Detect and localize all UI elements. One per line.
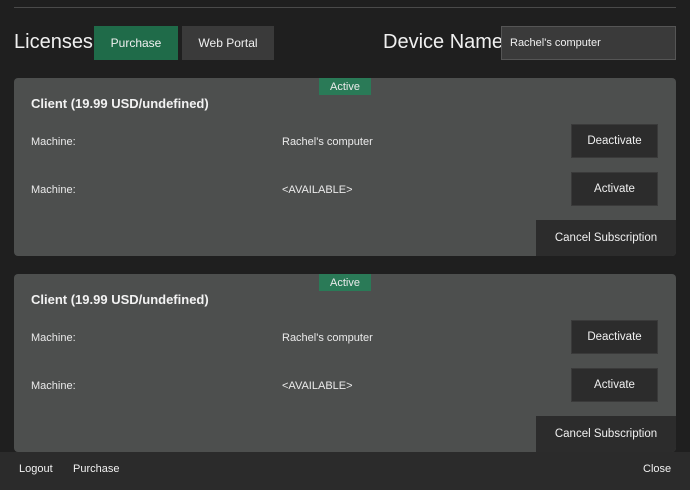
machine-value: Rachel's computer: [282, 136, 373, 148]
footer-bar: Logout Purchase Close: [0, 452, 690, 490]
cancel-subscription-button[interactable]: Cancel Subscription: [536, 220, 676, 256]
activate-button[interactable]: Activate: [571, 368, 658, 402]
device-name-label: Device Name: [383, 31, 504, 53]
machine-label: Machine:: [31, 136, 76, 148]
machine-label: Machine:: [31, 332, 76, 344]
web-portal-button[interactable]: Web Portal: [182, 26, 274, 60]
top-divider: [14, 7, 676, 8]
machine-label: Machine:: [31, 380, 76, 392]
header: Licenses Purchase Web Portal Device Name: [14, 26, 676, 60]
machine-value: Rachel's computer: [282, 332, 373, 344]
footer-purchase-link[interactable]: Purchase: [73, 463, 119, 475]
deactivate-button[interactable]: Deactivate: [571, 124, 658, 158]
machine-value: <AVAILABLE>: [282, 380, 353, 392]
purchase-button[interactable]: Purchase: [94, 26, 178, 60]
machine-label: Machine:: [31, 184, 76, 196]
status-badge: Active: [319, 78, 371, 95]
machine-value: <AVAILABLE>: [282, 184, 353, 196]
close-link[interactable]: Close: [643, 463, 671, 475]
license-title: Client (19.99 USD/undefined): [31, 96, 209, 111]
license-card: Active Client (19.99 USD/undefined) Mach…: [14, 78, 676, 256]
deactivate-button[interactable]: Deactivate: [571, 320, 658, 354]
cancel-subscription-button[interactable]: Cancel Subscription: [536, 416, 676, 452]
license-manager-window: Licenses Purchase Web Portal Device Name…: [0, 0, 690, 490]
device-name-input[interactable]: [501, 26, 676, 60]
logout-link[interactable]: Logout: [19, 463, 53, 475]
activate-button[interactable]: Activate: [571, 172, 658, 206]
status-badge: Active: [319, 274, 371, 291]
license-card: Active Client (19.99 USD/undefined) Mach…: [14, 274, 676, 452]
page-title: Licenses: [14, 31, 93, 53]
license-title: Client (19.99 USD/undefined): [31, 292, 209, 307]
